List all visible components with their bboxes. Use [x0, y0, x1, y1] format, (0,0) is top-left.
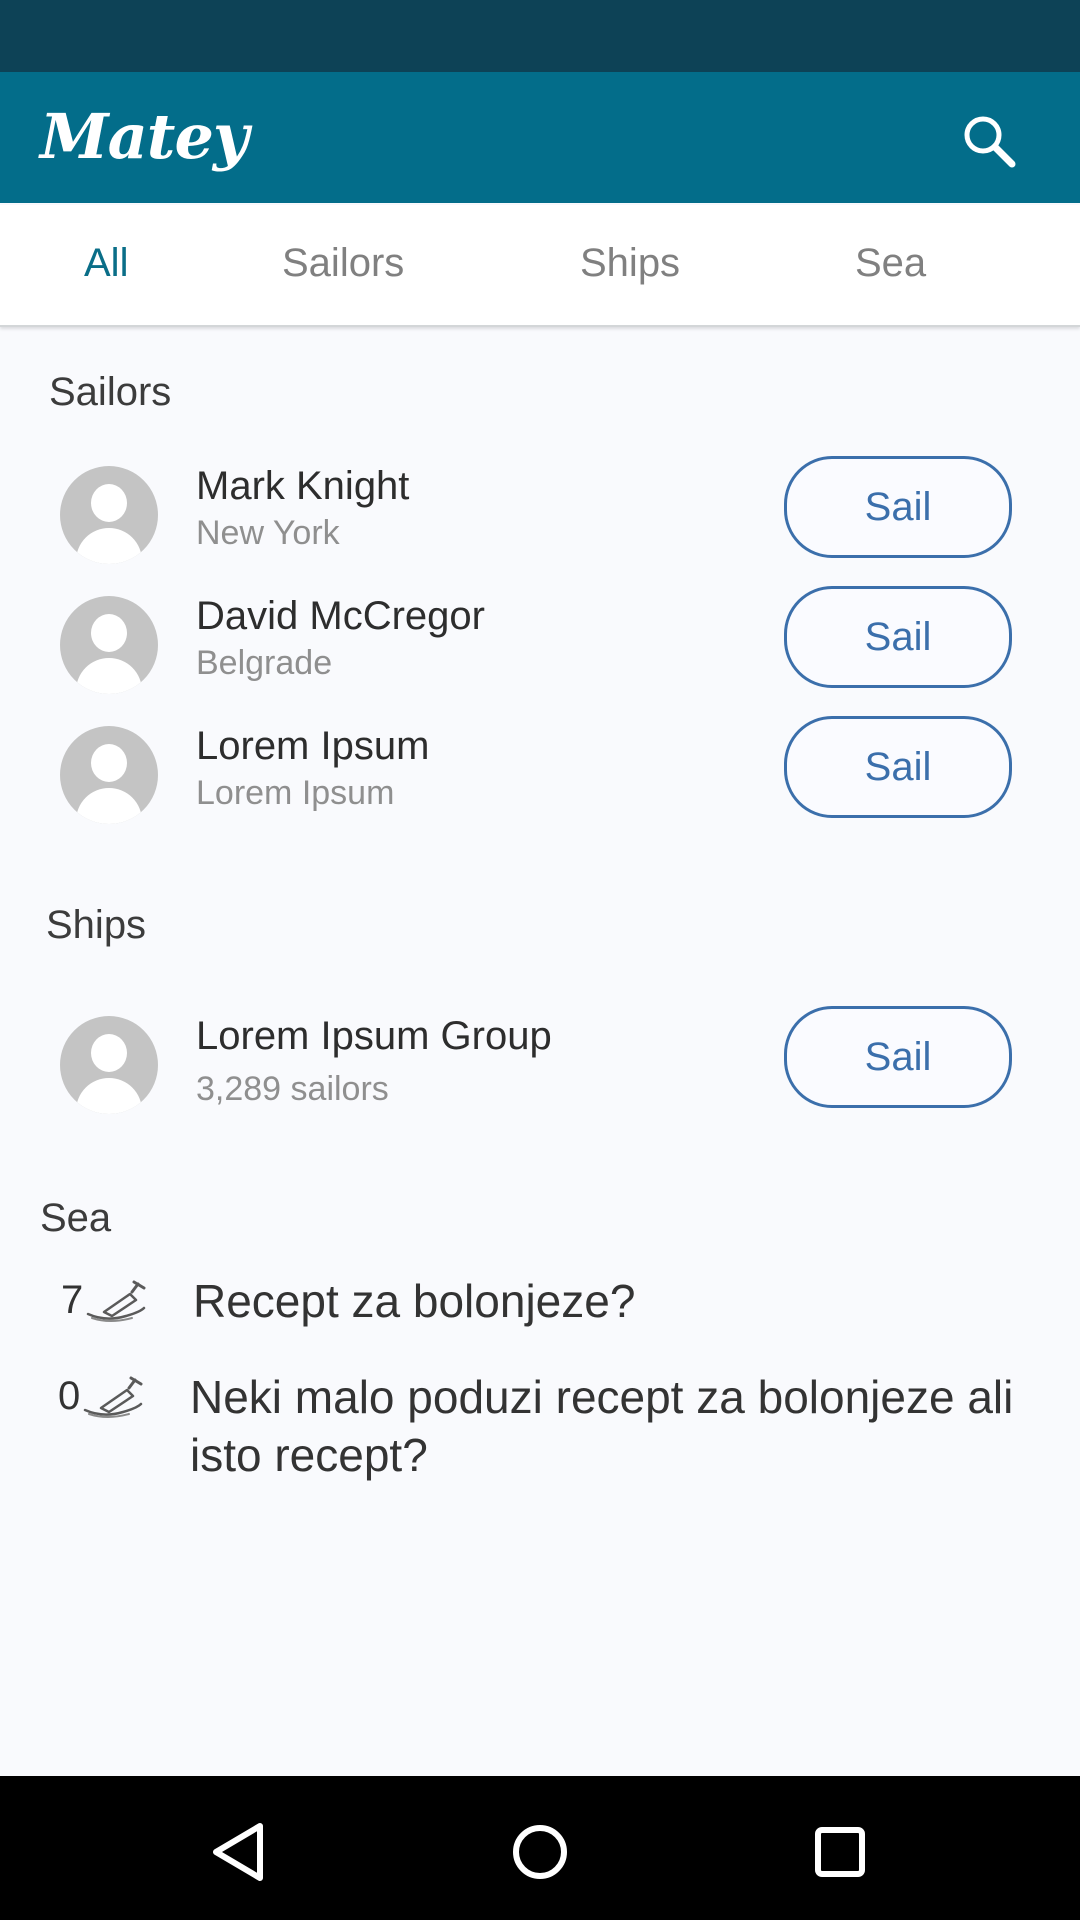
bottle-icon — [83, 1376, 143, 1418]
status-bar — [0, 0, 1080, 72]
sea-post[interactable]: 7 Recept za bolonjeze? — [0, 1270, 1080, 1340]
sailor-row: Lorem Ipsum Lorem Ipsum Sail — [0, 716, 1080, 836]
navigation-bar — [0, 1776, 1080, 1920]
sailor-name: David McCregor — [196, 594, 485, 638]
ship-name: Lorem Ipsum Group — [196, 1014, 552, 1058]
avatar — [60, 1016, 158, 1114]
sailors-section-title: Sailors — [49, 370, 172, 414]
app-title: Matey — [40, 100, 249, 173]
home-icon[interactable] — [504, 1816, 576, 1888]
sailor-row: David McCregor Belgrade Sail — [0, 586, 1080, 706]
avatar — [60, 466, 158, 564]
tab-sailors[interactable]: Sailors — [282, 241, 404, 286]
bottle-icon — [86, 1280, 146, 1322]
ship-member-count: 3,289 sailors — [196, 1070, 389, 1108]
tab-bar: All Sailors Ships Sea — [0, 205, 1080, 327]
search-icon[interactable] — [960, 112, 1020, 172]
avatar — [60, 726, 158, 824]
back-icon[interactable] — [204, 1816, 276, 1888]
ships-section-title: Ships — [46, 903, 147, 947]
post-count: 7 — [61, 1278, 84, 1322]
sailor-location: Belgrade — [196, 644, 333, 682]
sea-section-title: Sea — [40, 1196, 112, 1240]
avatar — [60, 596, 158, 694]
sail-button[interactable]: Sail — [784, 1006, 1012, 1108]
ship-row: Lorem Ipsum Group 3,289 sailors Sail — [0, 1006, 1080, 1126]
sailor-name: Lorem Ipsum — [196, 724, 430, 768]
sailor-row: Mark Knight New York Sail — [0, 456, 1080, 576]
tab-all[interactable]: All — [84, 241, 128, 286]
post-text: Recept za bolonjeze? — [193, 1275, 636, 1327]
tab-ships[interactable]: Ships — [580, 241, 680, 286]
sail-button[interactable]: Sail — [784, 716, 1012, 818]
recents-icon[interactable] — [804, 1816, 876, 1888]
app-bar: Matey — [0, 72, 1080, 203]
sea-post[interactable]: 0 Neki malo poduzi recept za bolonjeze a… — [0, 1366, 1080, 1496]
sailor-location: Lorem Ipsum — [196, 774, 395, 812]
sail-button[interactable]: Sail — [784, 586, 1012, 688]
tab-sea[interactable]: Sea — [855, 241, 926, 286]
sail-button[interactable]: Sail — [784, 456, 1012, 558]
sailor-name: Mark Knight — [196, 464, 410, 508]
sailor-location: New York — [196, 514, 340, 552]
post-text: Neki malo poduzi recept za bolonjeze ali… — [190, 1371, 1014, 1481]
post-count: 0 — [58, 1374, 81, 1418]
